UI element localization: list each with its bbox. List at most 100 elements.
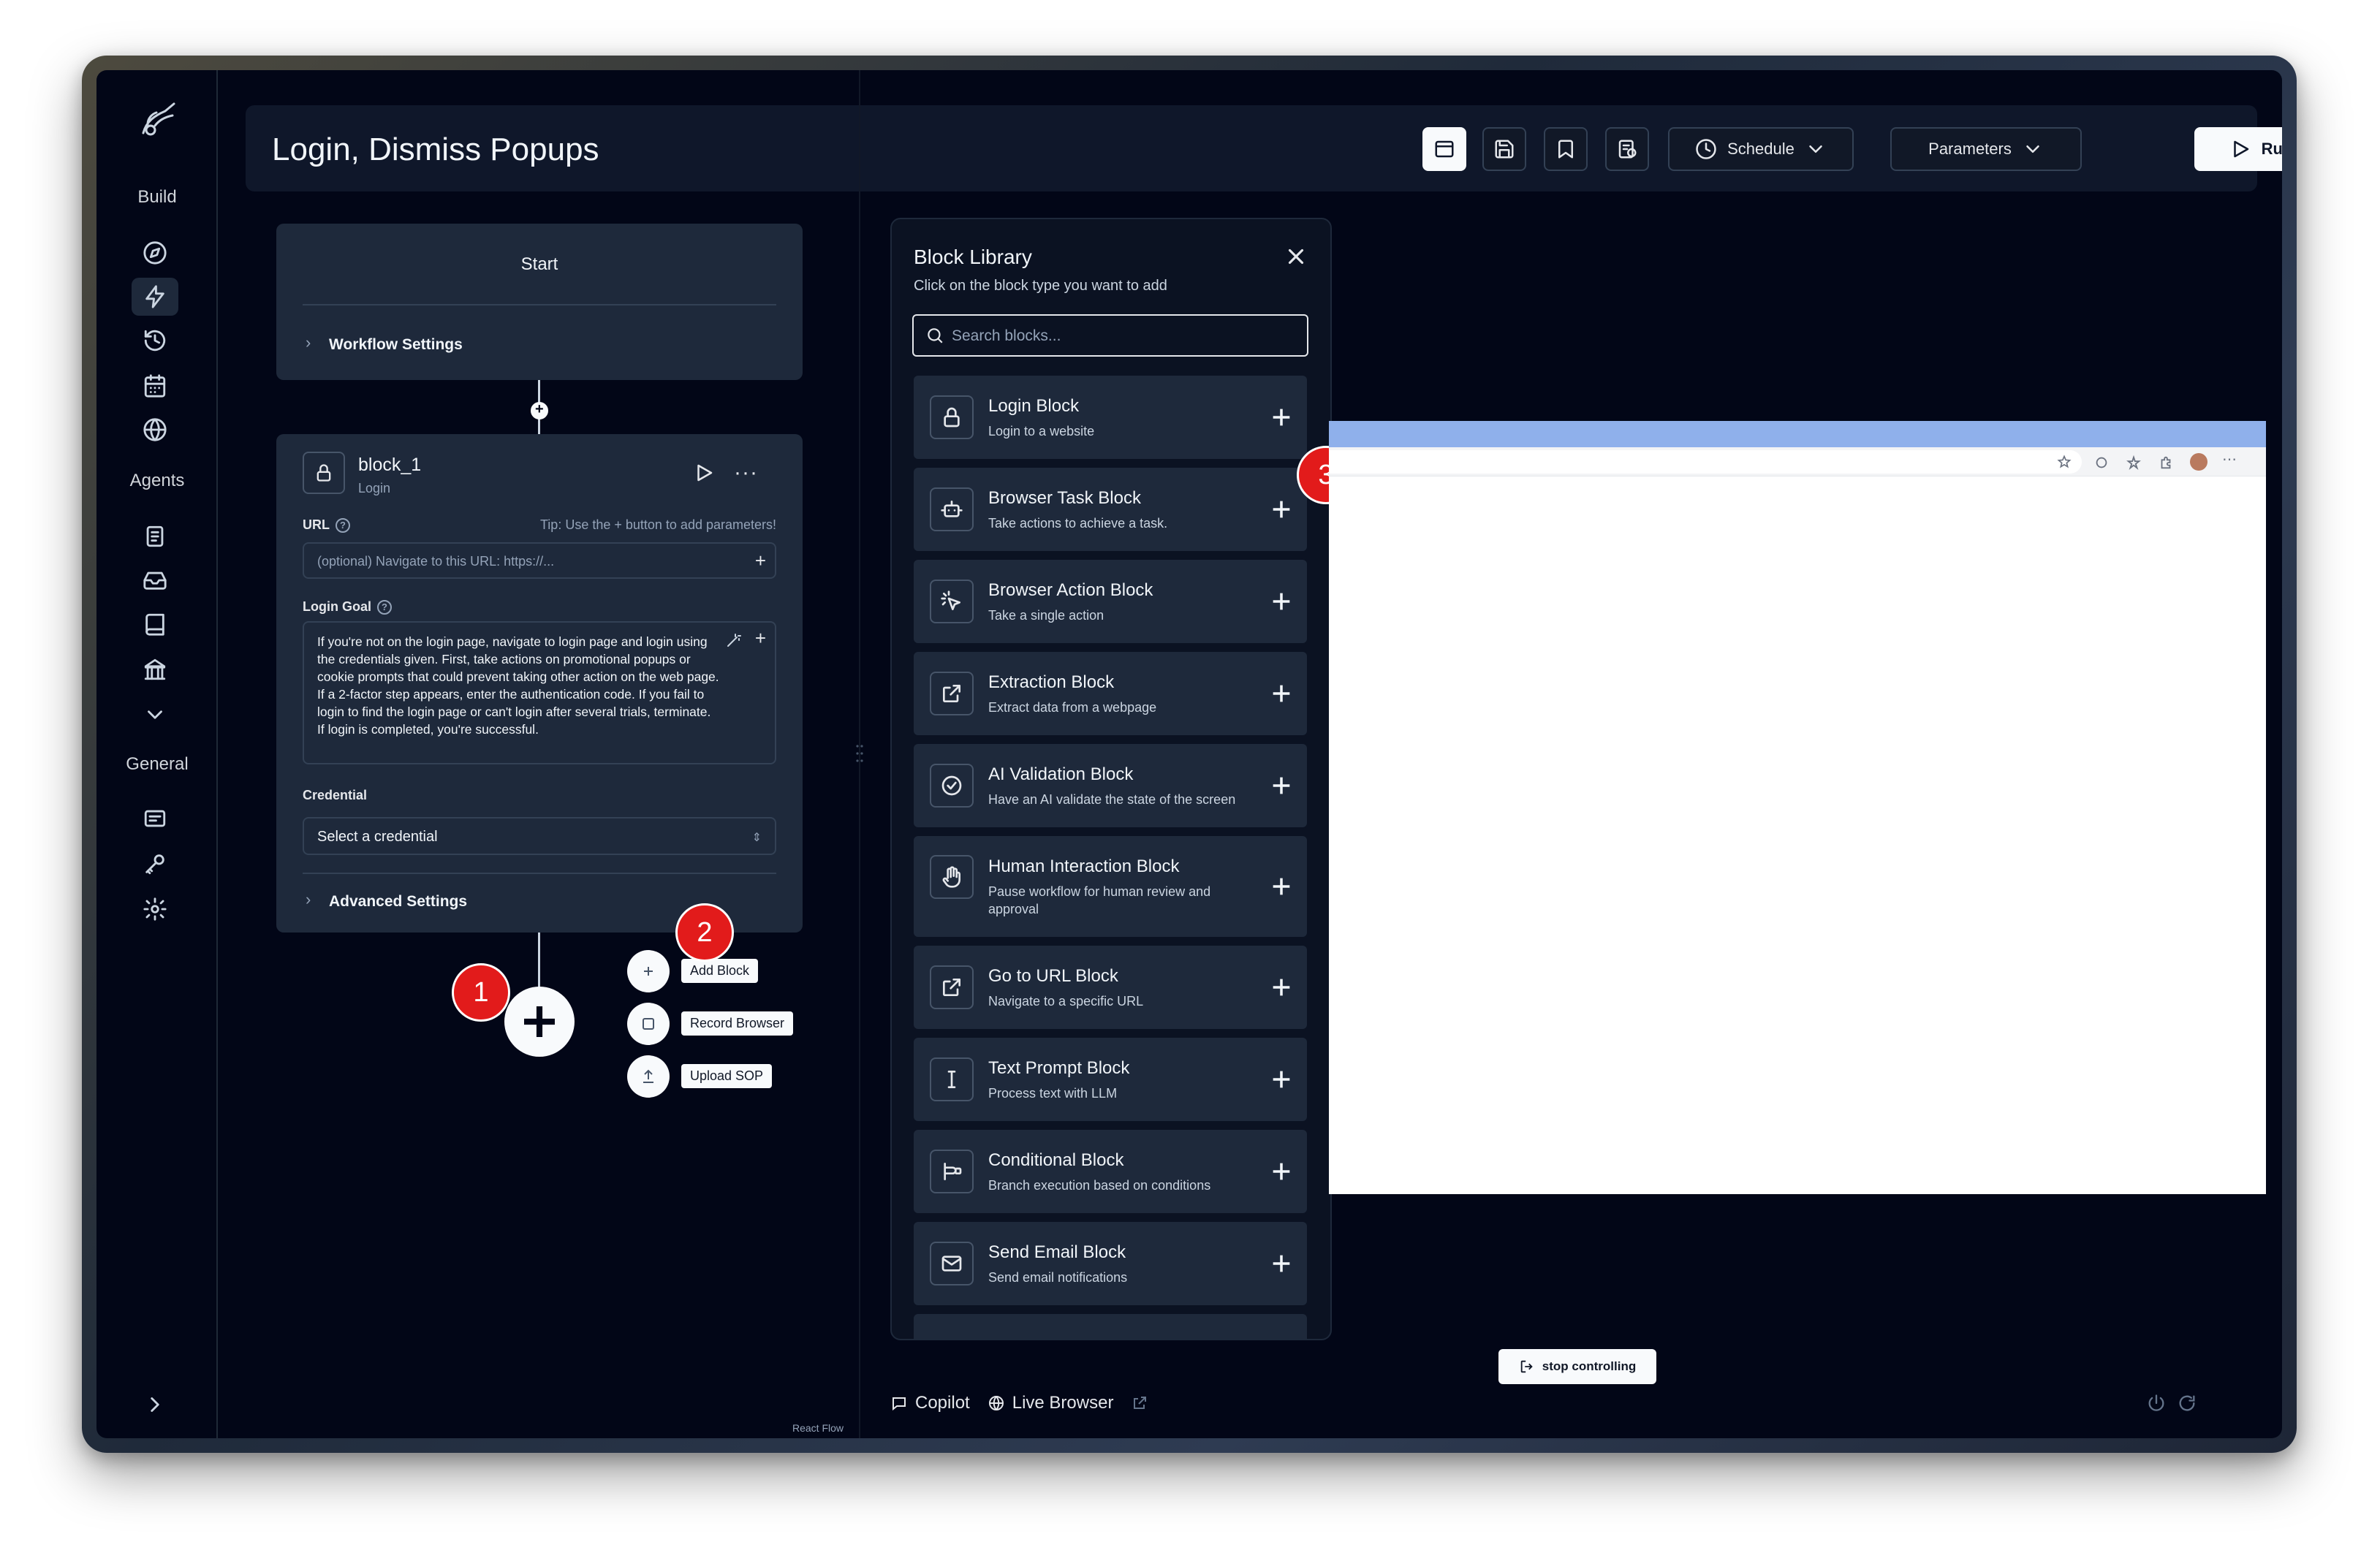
edge-add-dot[interactable] bbox=[531, 401, 548, 419]
login-goal-textarea[interactable]: If you're not on the login page, navigat… bbox=[303, 621, 776, 764]
add-block-label[interactable]: Add Block bbox=[681, 959, 759, 983]
add-plus-icon[interactable] bbox=[1269, 1251, 1294, 1276]
chevron-right-icon[interactable]: › bbox=[306, 333, 311, 352]
nav-calendar-icon[interactable] bbox=[132, 367, 178, 405]
library-item-ai-validation-block[interactable]: AI Validation Block Have an AI validate … bbox=[914, 744, 1307, 827]
star-icon[interactable] bbox=[2057, 455, 2072, 469]
library-title: Block Library bbox=[914, 246, 1032, 268]
magic-wand-icon[interactable] bbox=[725, 631, 743, 649]
credential-select[interactable]: Select a credential ⇕ bbox=[303, 817, 776, 855]
upload-sop-button[interactable] bbox=[627, 1055, 670, 1098]
copilot-button[interactable]: Copilot bbox=[890, 1393, 970, 1413]
add-parameter-plus-icon[interactable]: + bbox=[755, 550, 766, 572]
library-item-browser-task-block[interactable]: Browser Task Block Take actions to achie… bbox=[914, 468, 1307, 551]
start-node[interactable]: Start › Workflow Settings bbox=[276, 224, 803, 380]
open-external-icon[interactable] bbox=[1131, 1394, 1148, 1412]
nav-key-icon[interactable] bbox=[132, 845, 178, 883]
nav-inbox-icon[interactable] bbox=[132, 561, 178, 599]
stop-controlling-label: stop controlling bbox=[1542, 1359, 1637, 1373]
add-plus-icon[interactable] bbox=[1269, 1067, 1294, 1092]
library-item-conditional-block[interactable]: Conditional Block Branch execution based… bbox=[914, 1130, 1307, 1213]
workflow-settings-toggle[interactable]: Workflow Settings bbox=[329, 336, 463, 354]
nav-settings-gear-icon[interactable] bbox=[132, 890, 178, 928]
search-blocks-field[interactable] bbox=[912, 314, 1308, 357]
library-item-name: Browser Action Block bbox=[988, 580, 1153, 600]
close-icon[interactable] bbox=[1284, 244, 1308, 269]
bookmark-button[interactable] bbox=[1544, 127, 1588, 171]
url-label-text: URL bbox=[303, 517, 330, 532]
login-block-node[interactable]: block_1 Login ··· URL? Tip: Use the + bu… bbox=[276, 434, 803, 933]
nav-expand-chevron-icon[interactable] bbox=[132, 696, 178, 734]
nav-workflows-icon[interactable] bbox=[132, 278, 178, 316]
nav-monitor-icon[interactable] bbox=[132, 800, 178, 838]
workflow-title[interactable]: Login, Dismiss Popups bbox=[272, 132, 599, 168]
add-node-button[interactable] bbox=[504, 987, 575, 1057]
add-plus-icon[interactable] bbox=[1269, 874, 1294, 899]
browser-view-button[interactable] bbox=[1422, 127, 1466, 171]
library-item-send-email-block[interactable]: Send Email Block Send email notification… bbox=[914, 1222, 1307, 1305]
add-block-button[interactable] bbox=[627, 950, 670, 992]
parameters-label: Parameters bbox=[1928, 140, 2012, 158]
schedule-dropdown[interactable]: Schedule bbox=[1668, 127, 1854, 171]
url-input[interactable]: (optional) Navigate to this URL: https:/… bbox=[303, 542, 776, 579]
puzzle-extension-icon[interactable] bbox=[2158, 455, 2174, 471]
library-item-desc: Login to a website bbox=[988, 424, 1095, 438]
reload-icon[interactable] bbox=[2177, 1393, 2197, 1413]
parameters-dropdown[interactable]: Parameters bbox=[1890, 127, 2082, 171]
add-parameter-plus-icon[interactable]: + bbox=[755, 627, 766, 650]
library-item-go-to-url-block[interactable]: Go to URL Block Navigate to a specific U… bbox=[914, 946, 1307, 1029]
history-button[interactable] bbox=[1605, 127, 1649, 171]
library-item-extraction-block[interactable]: Extraction Block Extract data from a web… bbox=[914, 652, 1307, 735]
nav-discover-icon[interactable] bbox=[132, 234, 178, 272]
search-blocks-input[interactable] bbox=[952, 323, 1295, 349]
add-plus-icon[interactable] bbox=[1269, 681, 1294, 706]
library-item-human-interaction-block[interactable]: Human Interaction Block Pause workflow f… bbox=[914, 836, 1307, 937]
library-item-text-prompt-block[interactable]: Text Prompt Block Process text with LLM bbox=[914, 1038, 1307, 1121]
play-icon[interactable] bbox=[693, 462, 715, 484]
nav-collapse-chevron-icon[interactable] bbox=[132, 1386, 178, 1424]
add-plus-icon[interactable] bbox=[1269, 497, 1294, 522]
live-browser-preview[interactable]: ⋯ bbox=[1329, 421, 2266, 1194]
play-icon bbox=[2233, 140, 2248, 158]
add-plus-icon[interactable] bbox=[1269, 405, 1294, 430]
resize-handle-icon[interactable] bbox=[855, 742, 864, 764]
workflow-header: Login, Dismiss Popups Schedule Parameter… bbox=[246, 105, 2282, 191]
url-label: URL? bbox=[303, 517, 350, 533]
browser-extension-icon[interactable] bbox=[2093, 455, 2110, 471]
bookmark-star-icon[interactable] bbox=[2126, 455, 2142, 471]
power-icon[interactable] bbox=[2146, 1393, 2167, 1413]
advanced-settings-toggle[interactable]: Advanced Settings bbox=[329, 893, 467, 911]
add-plus-icon[interactable] bbox=[1269, 975, 1294, 1000]
chevron-right-icon[interactable]: › bbox=[306, 890, 311, 909]
browser-address-bar[interactable] bbox=[1329, 450, 2082, 474]
app-logo-icon[interactable] bbox=[133, 96, 181, 145]
save-button[interactable] bbox=[1482, 127, 1526, 171]
add-plus-icon[interactable] bbox=[1269, 589, 1294, 614]
add-plus-icon[interactable] bbox=[1269, 1159, 1294, 1184]
nav-document-icon[interactable] bbox=[132, 517, 178, 555]
nav-book-icon[interactable] bbox=[132, 605, 178, 643]
profile-avatar[interactable] bbox=[2190, 453, 2207, 471]
nav-globe-icon[interactable] bbox=[132, 411, 178, 449]
credential-label: Credential bbox=[303, 788, 368, 802]
record-browser-button[interactable] bbox=[627, 1003, 670, 1045]
stop-controlling-button[interactable]: stop controlling bbox=[1498, 1349, 1656, 1384]
credential-select-value: Select a credential bbox=[317, 829, 438, 845]
nav-history-icon[interactable] bbox=[132, 322, 178, 360]
app-screen: Build Agents General Login, Dismiss Popu… bbox=[96, 70, 2282, 1438]
hand-icon bbox=[930, 855, 974, 899]
react-flow-attribution[interactable]: React Flow bbox=[792, 1422, 844, 1434]
live-browser-tab[interactable]: Live Browser bbox=[988, 1393, 1113, 1413]
help-circle-icon[interactable]: ? bbox=[336, 518, 350, 533]
add-plus-icon[interactable] bbox=[1269, 773, 1294, 798]
browser-menu-icon[interactable]: ⋯ bbox=[2222, 450, 2237, 468]
record-browser-label[interactable]: Record Browser bbox=[681, 1011, 794, 1036]
more-options-icon[interactable]: ··· bbox=[734, 460, 758, 485]
nav-bank-icon[interactable] bbox=[132, 650, 178, 688]
block-name[interactable]: block_1 bbox=[358, 455, 421, 476]
library-item-browser-action-block[interactable]: Browser Action Block Take a single actio… bbox=[914, 560, 1307, 643]
upload-sop-label[interactable]: Upload SOP bbox=[681, 1064, 773, 1088]
library-item-login-block[interactable]: Login Block Login to a website bbox=[914, 376, 1307, 459]
run-button[interactable]: Run bbox=[2194, 127, 2282, 171]
help-circle-icon[interactable]: ? bbox=[377, 600, 392, 615]
